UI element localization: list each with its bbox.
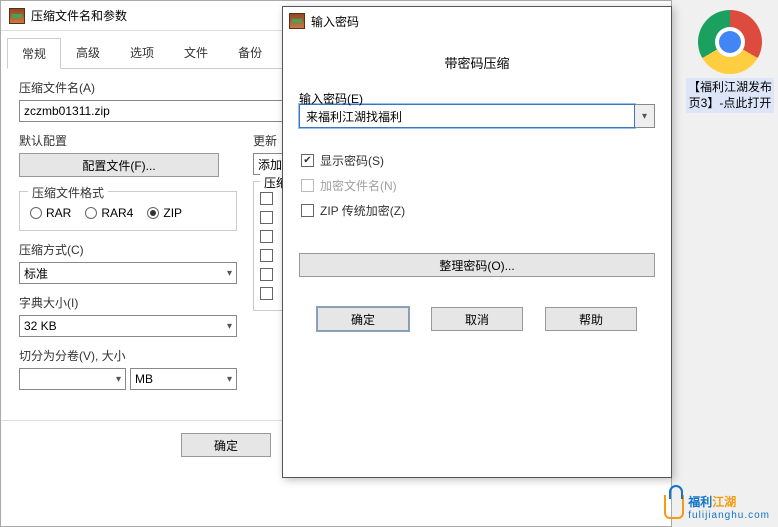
show-password-check[interactable]: 显示密码(S) bbox=[301, 152, 655, 169]
split-size-combo[interactable]: ▾ bbox=[19, 368, 126, 390]
password-input[interactable] bbox=[299, 104, 635, 128]
winrar-icon bbox=[9, 8, 25, 24]
default-profile-label: 默认配置 bbox=[19, 132, 67, 149]
desktop-shortcut-label: 【福利江湖发布页3】-点此打开 bbox=[686, 78, 774, 113]
desktop-shortcut[interactable]: 【福利江湖发布页3】-点此打开 bbox=[686, 10, 774, 113]
organize-passwords-button[interactable]: 整理密码(O)... bbox=[299, 253, 655, 277]
radio-rar4[interactable]: RAR4 bbox=[85, 206, 133, 220]
chevron-down-icon: ▾ bbox=[116, 374, 121, 385]
tab-options[interactable]: 选项 bbox=[115, 37, 169, 68]
profile-button[interactable]: 配置文件(F)... bbox=[19, 153, 219, 177]
watermark: 福利江湖 fulijianghu.com bbox=[664, 493, 770, 521]
option-check[interactable] bbox=[260, 192, 273, 205]
radio-zip[interactable]: ZIP bbox=[147, 206, 182, 220]
method-label: 压缩方式(C) bbox=[19, 241, 237, 258]
option-check[interactable] bbox=[260, 230, 273, 243]
chevron-down-icon: ▾ bbox=[227, 268, 232, 279]
tab-files[interactable]: 文件 bbox=[169, 37, 223, 68]
pwd-titlebar[interactable]: 输入密码 bbox=[283, 7, 671, 35]
pwd-cancel-button[interactable]: 取消 bbox=[431, 307, 523, 331]
method-value: 标准 bbox=[24, 265, 48, 282]
chrome-icon bbox=[698, 10, 762, 74]
winrar-icon bbox=[289, 13, 305, 29]
update-label: 更新 bbox=[253, 132, 277, 149]
option-check[interactable] bbox=[260, 287, 273, 300]
checkbox-icon bbox=[301, 179, 314, 192]
split-unit-combo[interactable]: MB ▾ bbox=[130, 368, 237, 390]
chevron-down-icon: ▾ bbox=[227, 374, 232, 385]
checkbox-icon bbox=[301, 154, 314, 167]
pwd-header: 带密码压缩 bbox=[299, 43, 655, 90]
pwd-input-label: 输入密码(E) bbox=[299, 90, 363, 107]
tab-backup[interactable]: 备份 bbox=[223, 37, 277, 68]
split-unit: MB bbox=[135, 372, 153, 386]
option-check[interactable] bbox=[260, 268, 273, 281]
bag-icon bbox=[664, 495, 684, 519]
password-dialog: 输入密码 带密码压缩 输入密码(E) ▾ 显示密码(S) 加密文件名(N) ZI… bbox=[282, 6, 672, 478]
pwd-window-title: 输入密码 bbox=[311, 13, 359, 30]
option-check[interactable] bbox=[260, 249, 273, 262]
chevron-down-icon: ▾ bbox=[642, 111, 647, 122]
parent-ok-button[interactable]: 确定 bbox=[181, 433, 271, 457]
pwd-ok-button[interactable]: 确定 bbox=[317, 307, 409, 331]
radio-rar[interactable]: RAR bbox=[30, 206, 71, 220]
encrypt-names-check: 加密文件名(N) bbox=[301, 177, 655, 194]
option-check[interactable] bbox=[260, 211, 273, 224]
dict-label: 字典大小(I) bbox=[19, 294, 237, 311]
parent-window-title: 压缩文件名和参数 bbox=[31, 7, 127, 24]
pwd-help-button[interactable]: 帮助 bbox=[545, 307, 637, 331]
format-legend: 压缩文件格式 bbox=[28, 184, 108, 201]
tab-general[interactable]: 常规 bbox=[7, 38, 61, 69]
dict-value: 32 KB bbox=[24, 319, 57, 333]
dict-combo[interactable]: 32 KB ▾ bbox=[19, 315, 237, 337]
chevron-down-icon: ▾ bbox=[227, 321, 232, 332]
split-label: 切分为分卷(V), 大小 bbox=[19, 347, 237, 364]
checkbox-icon bbox=[301, 204, 314, 217]
method-combo[interactable]: 标准 ▾ bbox=[19, 262, 237, 284]
zip-legacy-check[interactable]: ZIP 传统加密(Z) bbox=[301, 202, 655, 219]
password-dropdown-button[interactable]: ▾ bbox=[635, 104, 655, 128]
tab-advanced[interactable]: 高级 bbox=[61, 37, 115, 68]
